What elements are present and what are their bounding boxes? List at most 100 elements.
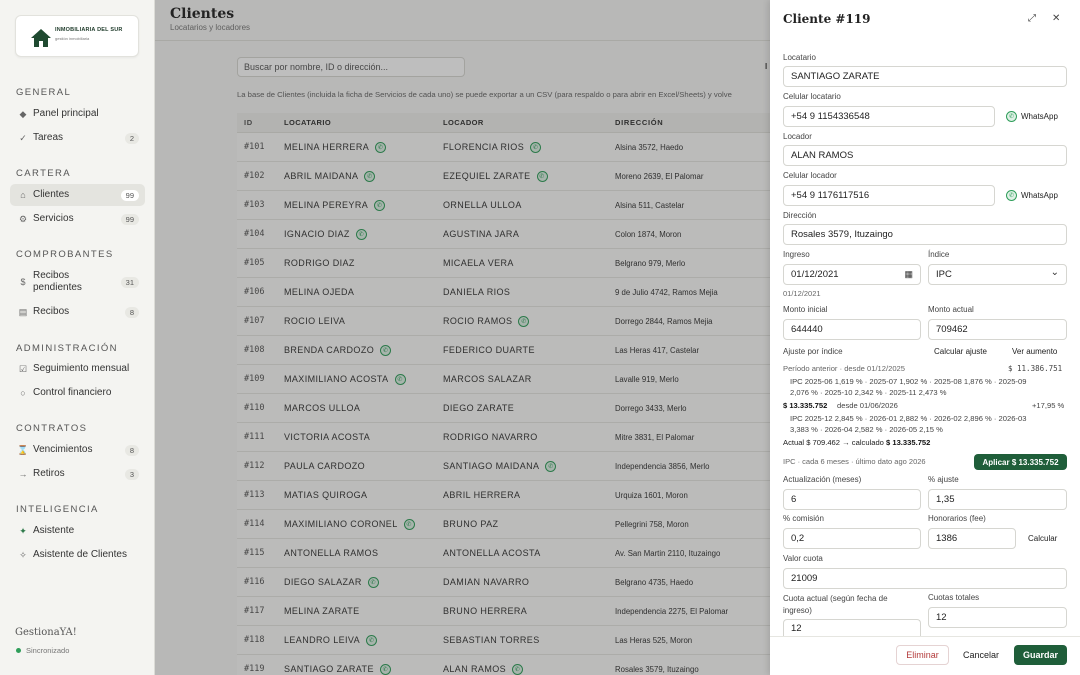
- pct-comision-label: % comisión: [783, 514, 824, 523]
- nav-clientes[interactable]: ⌂ Clientes 99: [10, 184, 145, 206]
- nav-retiros[interactable]: → Retiros 3: [10, 463, 145, 485]
- actual-vs-calculado: Actual $ 709.462 → calculado $ 13.335.75…: [783, 437, 930, 448]
- diamond-icon: ◆: [19, 108, 27, 119]
- nav-count: 8: [124, 444, 139, 456]
- nav-label: Clientes: [33, 189, 70, 200]
- nav-count: 8: [124, 306, 139, 318]
- calcular-ajuste-button[interactable]: Calcular ajuste: [934, 347, 987, 356]
- eliminar-button[interactable]: Eliminar: [896, 645, 949, 665]
- sync-label: Sincronizado: [26, 646, 70, 655]
- cuota-actual-input[interactable]: 12: [783, 619, 921, 636]
- nav-label: Servicios: [33, 213, 74, 224]
- nav-control-financiero[interactable]: ○ Control financiero: [10, 382, 145, 404]
- pct-ajuste-input[interactable]: 1,35: [928, 489, 1067, 510]
- section-contratos: CONTRATOS: [16, 423, 88, 434]
- ver-aumento-button[interactable]: Ver aumento: [1012, 347, 1057, 356]
- calcular-button[interactable]: Calcular: [1028, 534, 1057, 543]
- locatario-label: Locatario: [783, 53, 816, 62]
- pct-comision-input[interactable]: 0,2: [783, 528, 921, 549]
- guardar-button[interactable]: Guardar: [1014, 645, 1067, 665]
- check-icon: ✓: [19, 132, 27, 143]
- periodo-anterior: Período anterior · desde 01/12/2025: [783, 364, 906, 373]
- valor-cuota-input[interactable]: 21009: [783, 568, 1067, 589]
- nuevo-pct: +17,95 %: [1032, 401, 1065, 410]
- nav-servicios[interactable]: ⚙ Servicios 99: [10, 208, 145, 230]
- gear-icon: ⚙: [18, 213, 28, 224]
- whatsapp-locatario-link[interactable]: ✆ WhatsApp: [1006, 111, 1058, 122]
- nav-label: Seguimiento mensual: [33, 363, 130, 374]
- logo-text: INMOBILIARIA DEL SUR: [55, 27, 123, 33]
- cancelar-button[interactable]: Cancelar: [956, 645, 1006, 665]
- cuotas-totales-input[interactable]: 12: [928, 607, 1067, 628]
- nav-recibos[interactable]: ▤ Recibos 8: [10, 301, 145, 323]
- whatsapp-icon: ✆: [1006, 111, 1017, 122]
- section-cartera: CARTERA: [16, 168, 72, 179]
- ipc-detail-4: 3,383 % · 2026-04 2,582 % · 2026-05 2,15…: [790, 425, 943, 434]
- nav-asistente[interactable]: ✦ Asistente: [10, 520, 145, 542]
- cuota-actual-label: Cuota actual (según fecha de ingreso): [783, 594, 888, 615]
- checkbox-icon: ☑: [18, 363, 28, 374]
- nav-count: 2: [124, 132, 139, 144]
- aplicar-button[interactable]: Aplicar $ 13.335.752: [974, 454, 1067, 470]
- locador-label: Locador: [783, 132, 812, 141]
- whatsapp-label: WhatsApp: [1021, 112, 1058, 121]
- actualizacion-input[interactable]: 6: [783, 489, 921, 510]
- client-edit-panel: Cliente #119 ⤢ ✕ Locatario SANTIAGO ZARA…: [770, 0, 1080, 675]
- cel-locatario-input[interactable]: +54 9 1154336548: [783, 106, 995, 127]
- locatario-input[interactable]: SANTIAGO ZARATE: [783, 66, 1067, 87]
- nav-label: Vencimientos: [33, 444, 93, 455]
- house-icon: [31, 29, 51, 47]
- circle-icon: ○: [20, 388, 26, 398]
- nav-panel-principal[interactable]: ◆ Panel principal: [10, 103, 145, 125]
- monto-actual-input[interactable]: 709462: [928, 319, 1067, 340]
- ingreso-date-input[interactable]: 01/12/2021: [783, 264, 921, 285]
- expand-icon[interactable]: ⤢: [1028, 13, 1036, 24]
- panel-title: Cliente #119: [783, 12, 871, 26]
- nuevo-monto: $ 13.335.752: [783, 401, 828, 410]
- close-icon[interactable]: ✕: [1052, 13, 1060, 24]
- whatsapp-label: WhatsApp: [1021, 191, 1058, 200]
- ipc-detail-3: IPC 2025-12 2,845 % · 2026-01 2,882 % · …: [790, 414, 1027, 423]
- actual-prefix: Actual $ 709.462 → calculado: [783, 438, 884, 447]
- valor-cuota-label: Valor cuota: [783, 554, 823, 563]
- nav-label: Asistente de Clientes: [33, 549, 127, 560]
- cel-locador-label: Celular locador: [783, 171, 837, 180]
- pct-ajuste-label: % ajuste: [928, 475, 959, 484]
- sync-status: Sincronizado: [16, 646, 69, 655]
- monto-actual-label: Monto actual: [928, 305, 974, 314]
- nav-count: 31: [120, 276, 139, 288]
- whatsapp-locador-link[interactable]: ✆ WhatsApp: [1006, 190, 1058, 201]
- direccion-input[interactable]: Rosales 3579, Ituzaingo: [783, 224, 1067, 245]
- cel-locador-input[interactable]: +54 9 1176117516: [783, 185, 995, 206]
- honorarios-input[interactable]: 1386: [928, 528, 1016, 549]
- ajuste-label: Ajuste por índice: [783, 347, 843, 356]
- monto-inicial-input[interactable]: 644440: [783, 319, 921, 340]
- locador-input[interactable]: ALAN RAMOS: [783, 145, 1067, 166]
- nav-asistente-clientes[interactable]: ✧ Asistente de Clientes: [10, 544, 145, 566]
- company-logo[interactable]: INMOBILIARIA DEL SUR gestión inmobiliari…: [15, 15, 139, 57]
- direccion-label: Dirección: [783, 211, 817, 220]
- nav-label: Recibos: [33, 306, 70, 317]
- cel-locatario-label: Celular locatario: [783, 92, 841, 101]
- indice-label: Índice: [928, 250, 950, 259]
- honorarios-label: Honorarios (fee): [928, 514, 986, 523]
- nav-count: 99: [120, 189, 139, 201]
- indice-select[interactable]: IPC: [928, 264, 1067, 285]
- nav-label: Tareas: [33, 132, 64, 143]
- nav-vencimientos[interactable]: ⌛ Vencimientos 8: [10, 439, 145, 461]
- nav-seguimiento-mensual[interactable]: ☑ Seguimiento mensual: [10, 358, 145, 380]
- nav-label: Asistente: [33, 525, 75, 536]
- nav-label: Recibos pendientes: [33, 270, 82, 293]
- ipc-note: IPC · cada 6 meses · último dato ago 202…: [783, 457, 926, 466]
- arrow-right-icon: →: [18, 469, 28, 479]
- periodo-anterior-amount: $ 11.386.751: [1008, 364, 1063, 373]
- section-inteligencia: INTELIGENCIA: [16, 504, 99, 515]
- nav-recibos-pendientes[interactable]: $ Recibos pendientes 31: [10, 267, 145, 297]
- ipc-detail-1: IPC 2025-06 1,619 % · 2025-07 1,902 % · …: [790, 377, 1027, 386]
- nav-tareas[interactable]: ✓ Tareas 2: [10, 127, 145, 149]
- whatsapp-icon: ✆: [1006, 190, 1017, 201]
- sidebar: INMOBILIARIA DEL SUR gestión inmobiliari…: [0, 0, 155, 675]
- section-administracion: ADMINISTRACIÓN: [16, 343, 118, 354]
- ipc-detail-2: 2,076 % · 2025-10 2,342 % · 2025-11 2,47…: [790, 388, 947, 397]
- cuotas-totales-label: Cuotas totales: [928, 593, 980, 602]
